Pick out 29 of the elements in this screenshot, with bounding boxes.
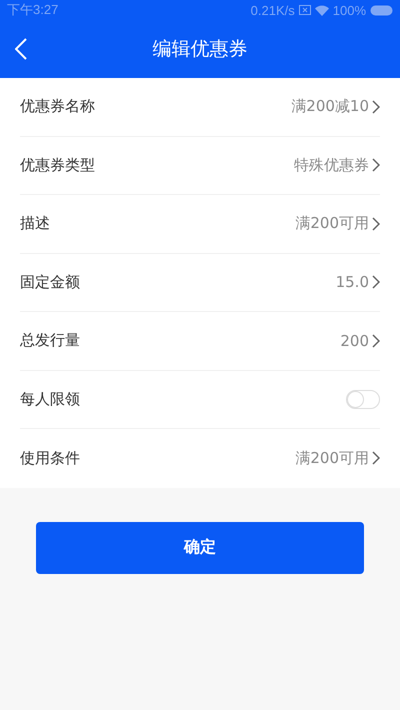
confirm-button[interactable]: 确定 (36, 522, 364, 574)
chevron-right-icon (372, 275, 380, 290)
field-label: 优惠券类型 (20, 156, 96, 175)
sim-icon (298, 5, 311, 15)
status-time: 下午3:27 (7, 1, 58, 19)
field-label: 固定金额 (20, 272, 81, 292)
field-label: 描述 (20, 214, 51, 234)
back-icon (15, 38, 27, 60)
field-value[interactable]: 满200可用 (295, 448, 369, 468)
battery-icon (370, 4, 394, 16)
field-value[interactable]: 15.0 (336, 273, 369, 292)
chevron-right-icon (372, 158, 380, 172)
field-value[interactable]: 满200可用 (295, 214, 369, 234)
field-value[interactable]: 满200减10 (291, 97, 369, 116)
chevron-right-icon (372, 451, 380, 466)
field-value[interactable]: 200 (340, 332, 369, 350)
field-label: 优惠券名称 (20, 97, 96, 116)
toggle-switch[interactable] (346, 390, 380, 409)
field-label: 总发行量 (20, 331, 81, 350)
field-label: 每人限领 (20, 390, 81, 409)
chevron-right-icon (372, 216, 380, 231)
chevron-right-icon (372, 100, 380, 114)
chevron-right-icon (372, 334, 380, 348)
battery-percent: 100% (332, 2, 366, 18)
field-value[interactable]: 特殊优惠券 (294, 156, 369, 175)
network-speed: 0.21K/s (250, 2, 295, 18)
field-label: 使用条件 (20, 448, 81, 468)
page-title: 编辑优惠券 (152, 37, 248, 62)
wifi-icon (314, 4, 329, 16)
